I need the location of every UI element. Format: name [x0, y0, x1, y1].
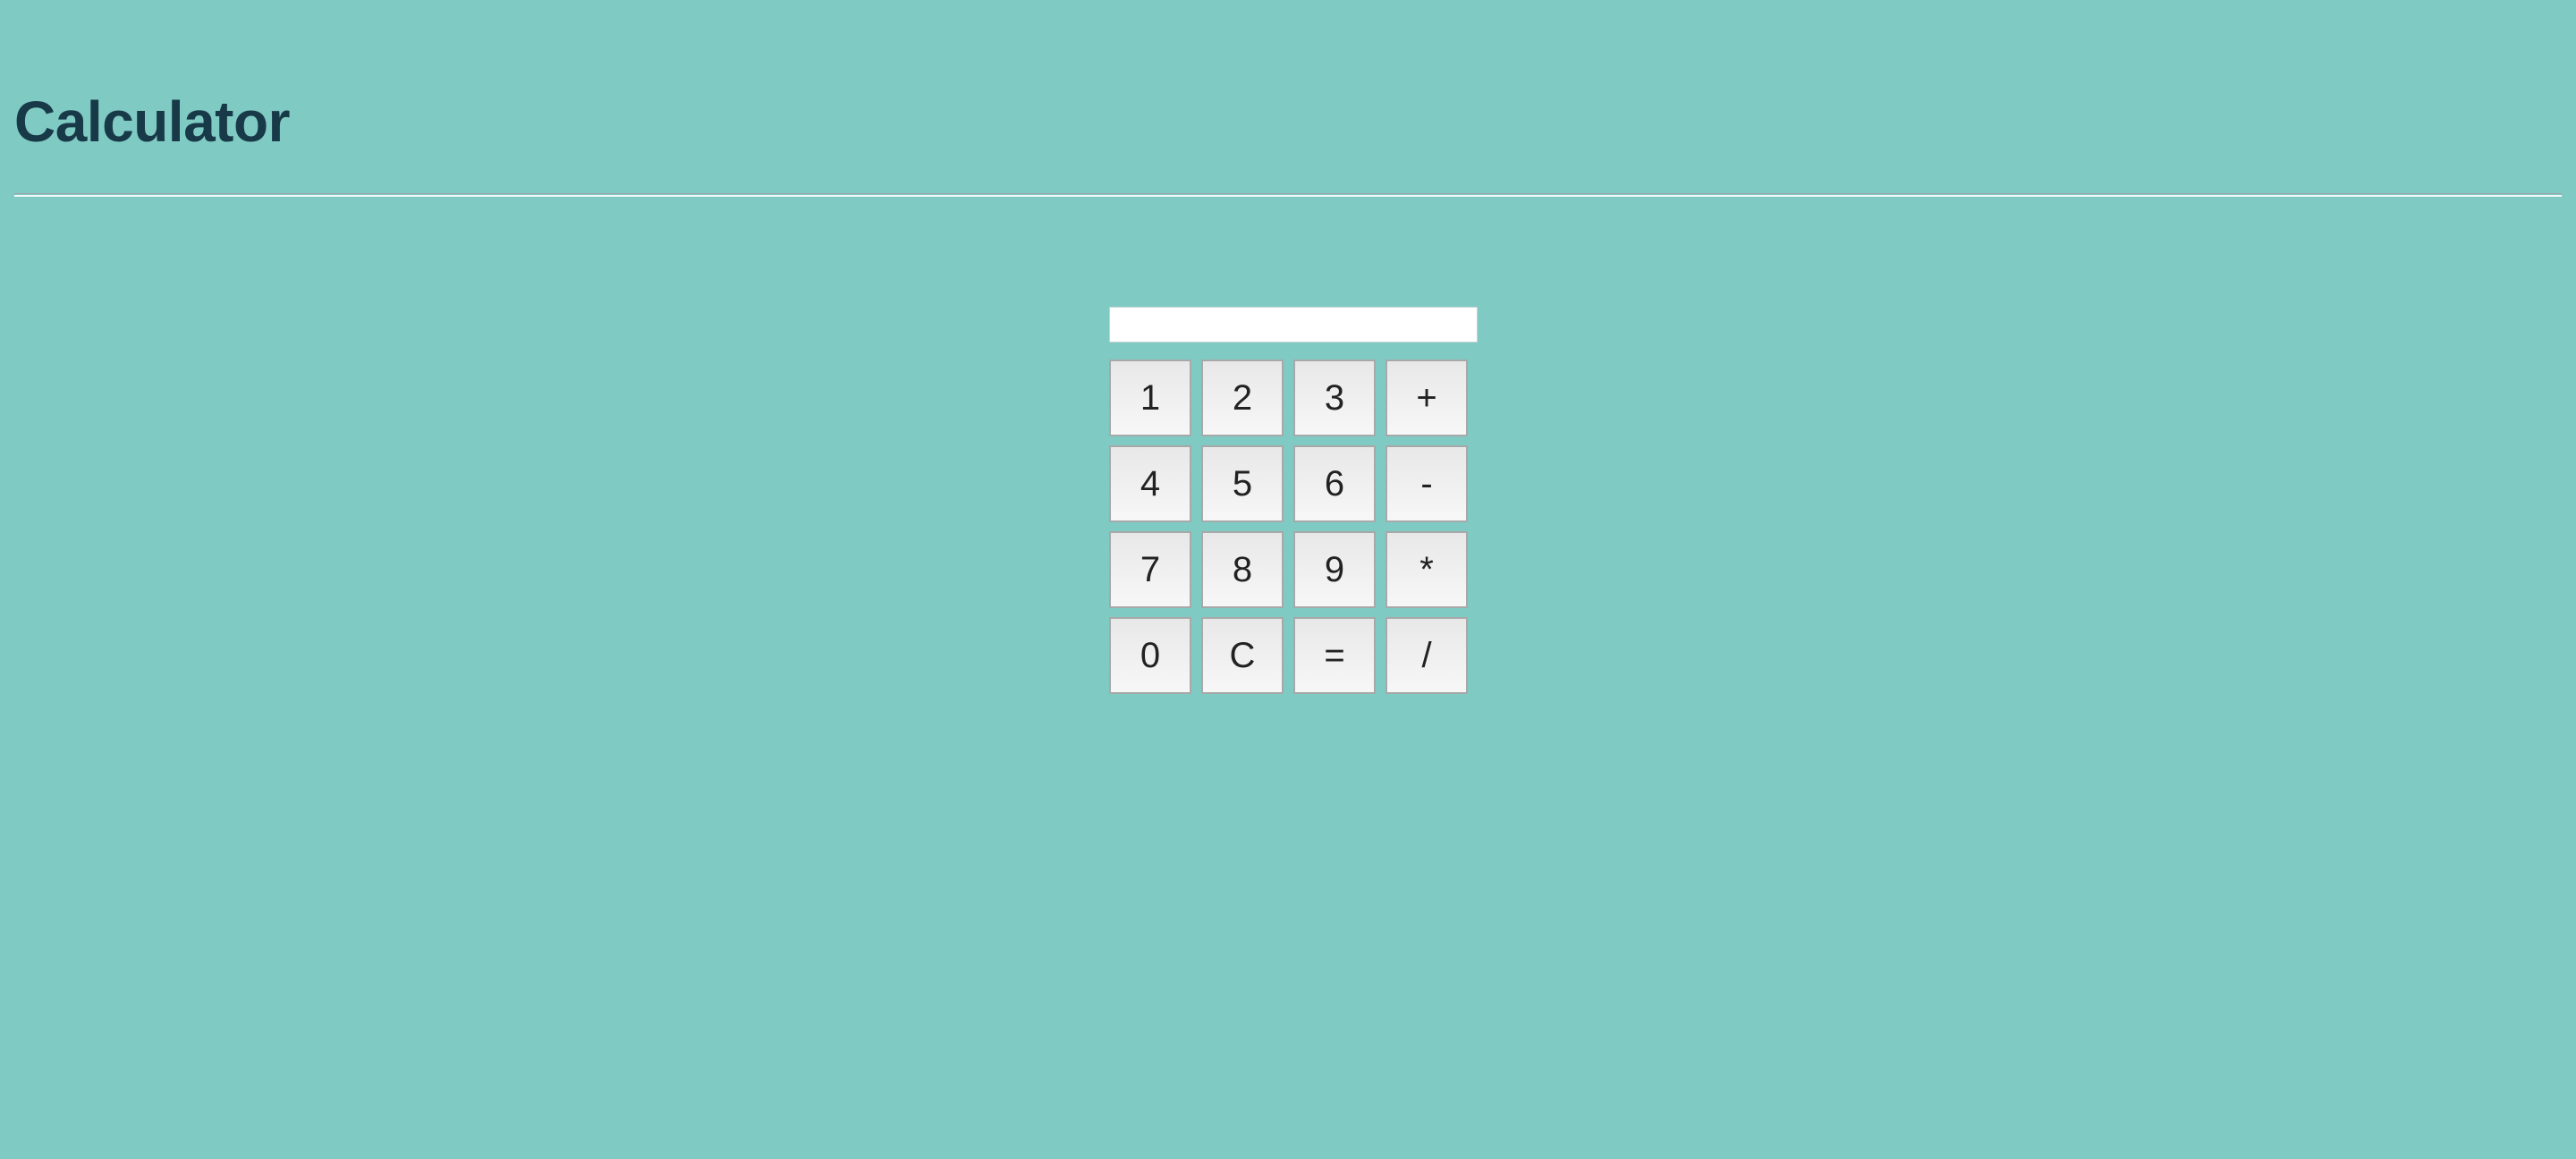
- calculator-keypad: 1 2 3 + 4 5 6 - 7 8 9 * 0 C = /: [1109, 360, 1468, 696]
- key-plus[interactable]: +: [1385, 360, 1468, 436]
- calculator-display[interactable]: [1109, 307, 1478, 343]
- key-8[interactable]: 8: [1201, 531, 1284, 608]
- key-7[interactable]: 7: [1109, 531, 1191, 608]
- key-divide[interactable]: /: [1385, 617, 1468, 694]
- key-3[interactable]: 3: [1293, 360, 1376, 436]
- key-4[interactable]: 4: [1109, 445, 1191, 522]
- key-1[interactable]: 1: [1109, 360, 1191, 436]
- key-0[interactable]: 0: [1109, 617, 1191, 694]
- key-clear[interactable]: C: [1201, 617, 1284, 694]
- key-multiply[interactable]: *: [1385, 531, 1468, 608]
- key-minus[interactable]: -: [1385, 445, 1468, 522]
- key-9[interactable]: 9: [1293, 531, 1376, 608]
- key-2[interactable]: 2: [1201, 360, 1284, 436]
- title-divider: [14, 193, 2562, 197]
- key-6[interactable]: 6: [1293, 445, 1376, 522]
- key-equals[interactable]: =: [1293, 617, 1376, 694]
- calculator-page: Calculator 1 2 3 + 4 5 6 - 7 8 9 * 0 C =…: [0, 0, 2576, 1159]
- page-title: Calculator: [14, 89, 290, 154]
- key-5[interactable]: 5: [1201, 445, 1284, 522]
